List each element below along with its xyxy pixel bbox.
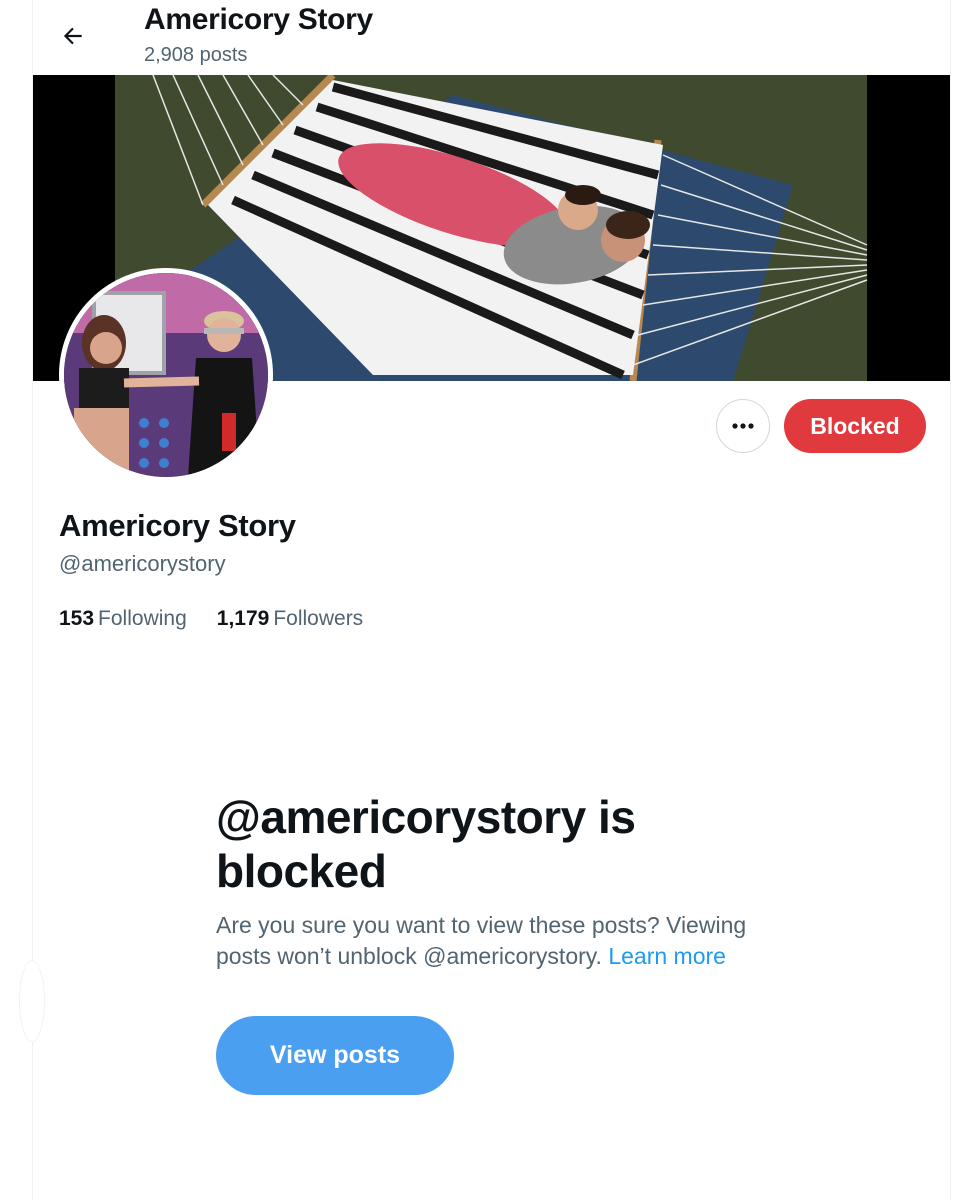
back-button[interactable]: [51, 14, 95, 58]
following-label: Following: [98, 607, 187, 630]
display-name: Americory Story: [59, 508, 296, 543]
profile-handle: @americorystory: [59, 551, 226, 576]
more-dots-icon: [732, 423, 754, 429]
scroll-edge: [19, 960, 45, 1042]
more-options-button[interactable]: [716, 399, 770, 453]
header-title: Americory Story: [144, 3, 373, 36]
profile-avatar[interactable]: [59, 268, 273, 482]
post-count: 2,908 posts: [144, 44, 248, 66]
followers-link[interactable]: 1,179 Followers: [217, 607, 363, 631]
followers-label: Followers: [273, 607, 364, 630]
profile-stats: 153 Following 1,179 Followers: [59, 607, 363, 631]
profile-column: Americory Story 2,908 posts Blocked Amer…: [19, 0, 951, 1200]
following-link[interactable]: 153 Following: [59, 607, 187, 631]
blocked-notice-description: Are you sure you want to view these post…: [216, 910, 796, 972]
view-posts-button[interactable]: View posts: [216, 1016, 454, 1095]
profile-header: Americory Story 2,908 posts: [33, 0, 950, 74]
following-count: 153: [59, 607, 95, 630]
blocked-button[interactable]: Blocked: [784, 399, 926, 453]
arrow-left-icon: [63, 27, 82, 45]
learn-more-link[interactable]: Learn more: [608, 943, 726, 969]
followers-count: 1,179: [216, 607, 270, 630]
avatar-photo: [64, 273, 268, 477]
blocked-notice-title: @americorystory is blocked: [216, 791, 636, 897]
